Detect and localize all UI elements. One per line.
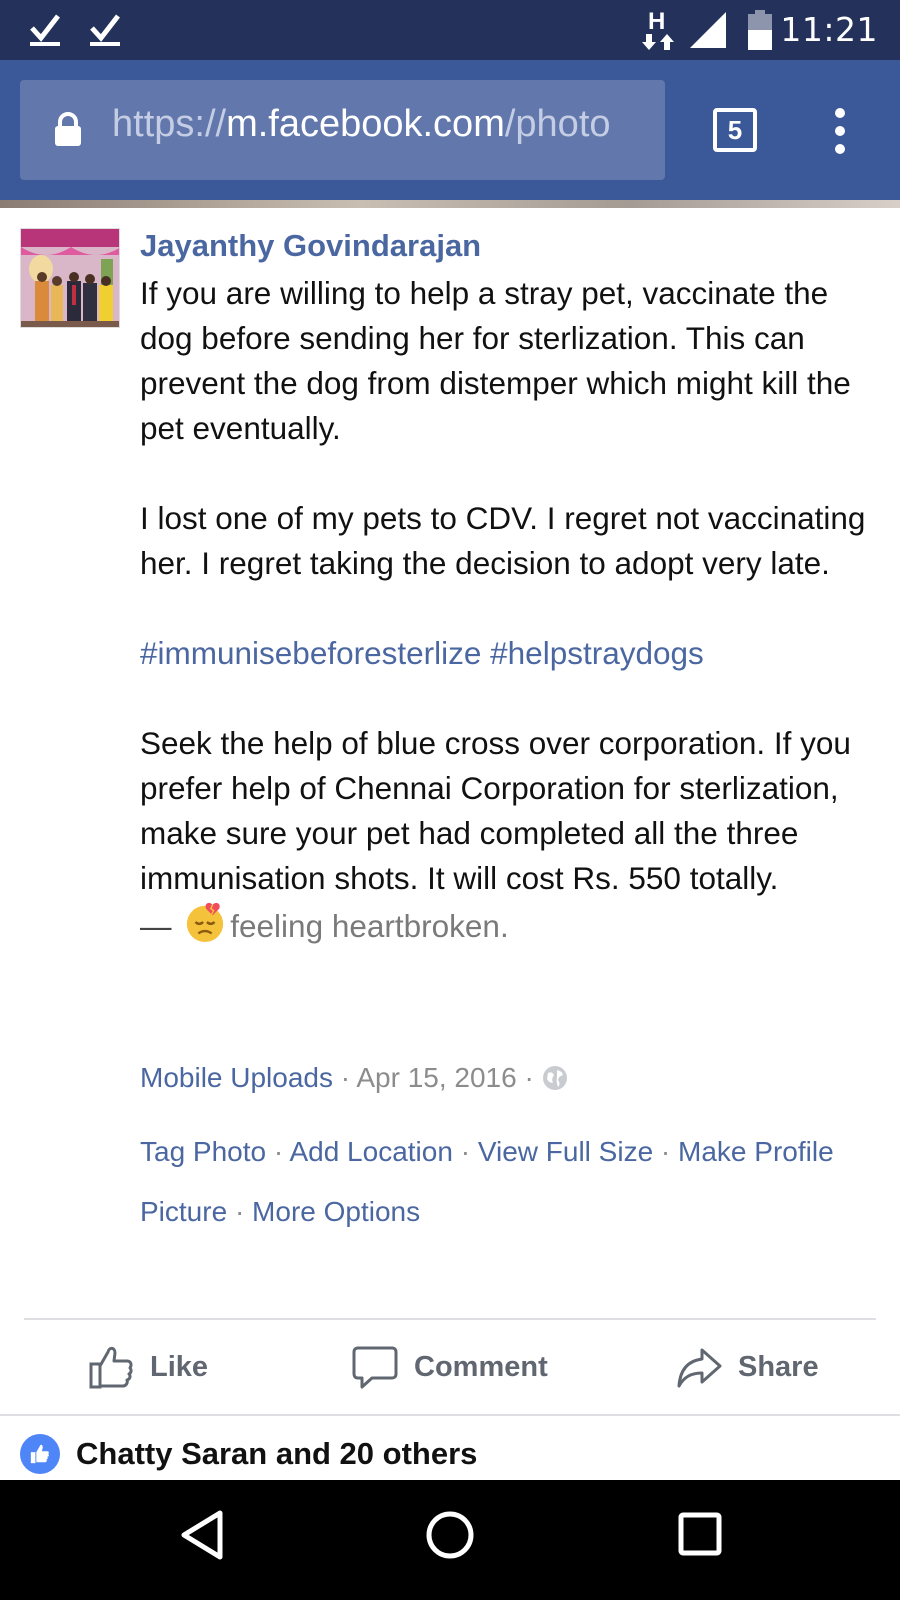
overflow-menu-icon[interactable] xyxy=(830,108,850,158)
feeling-dash: — xyxy=(140,908,172,944)
album-link[interactable]: Mobile Uploads xyxy=(140,1062,333,1093)
browser-toolbar: https://m.facebook.com/photo 5 xyxy=(0,60,900,202)
share-icon xyxy=(677,1348,722,1388)
photo-actions: Tag Photo · Add Location · View Full Siz… xyxy=(140,1136,834,1227)
globe-icon xyxy=(542,1066,567,1090)
comment-button[interactable]: Comment xyxy=(352,1320,548,1414)
post-paragraph: Seek the help of blue cross over corpora… xyxy=(140,725,851,896)
post-author[interactable]: Jayanthy Govindarajan xyxy=(140,228,481,264)
recents-icon[interactable] xyxy=(678,1512,722,1556)
view-full-size-link[interactable]: View Full Size xyxy=(478,1136,653,1167)
share-label: Share xyxy=(738,1350,819,1383)
avatar[interactable] xyxy=(20,228,120,328)
url-host: m.facebook.com xyxy=(226,103,505,145)
feeling-line: — feeling heartbroken. xyxy=(140,901,885,949)
hashtags[interactable]: #immunisebeforesterlize #helpstraydogs xyxy=(140,631,885,676)
add-location-link[interactable]: Add Location xyxy=(289,1136,452,1167)
comment-icon xyxy=(352,1346,398,1389)
like-badge-icon xyxy=(20,1434,60,1474)
home-icon[interactable] xyxy=(425,1510,475,1560)
network-h-icon: H xyxy=(640,8,676,52)
post-meta: Mobile Uploads · Apr 15, 2016 · xyxy=(140,1062,568,1094)
address-bar[interactable]: https://m.facebook.com/photo xyxy=(20,80,665,180)
battery-icon xyxy=(748,10,772,50)
like-button[interactable]: Like xyxy=(88,1320,208,1414)
feeling-text: feeling heartbroken. xyxy=(230,908,509,944)
lock-icon xyxy=(55,112,81,146)
post-date[interactable]: Apr 15, 2016 xyxy=(356,1062,516,1093)
reaction-summary[interactable]: Chatty Saran and 20 others xyxy=(20,1434,477,1474)
divider xyxy=(0,1414,900,1416)
tag-photo-link[interactable]: Tag Photo xyxy=(140,1136,266,1167)
heartbroken-emoji-icon xyxy=(187,902,224,943)
reaction-summary-text: Chatty Saran and 20 others xyxy=(76,1436,478,1471)
signal-icon xyxy=(690,12,726,48)
tab-switcher-button[interactable]: 5 xyxy=(713,108,757,152)
action-bar: Like Comment Share xyxy=(0,1320,900,1414)
check-icon xyxy=(90,14,120,46)
back-icon[interactable] xyxy=(180,1510,224,1560)
check-icon xyxy=(30,14,60,46)
comment-label: Comment xyxy=(414,1350,548,1383)
thumbs-up-icon xyxy=(89,1346,133,1389)
url-scheme: https:// xyxy=(112,103,227,145)
post-body: If you are willing to help a stray pet, … xyxy=(140,271,885,949)
url-text: https://m.facebook.com/photo xyxy=(112,103,611,146)
url-path: /photo xyxy=(504,103,611,145)
clock: 11:21 xyxy=(780,10,878,49)
more-options-link[interactable]: More Options xyxy=(252,1196,420,1227)
like-label: Like xyxy=(150,1350,209,1383)
share-button[interactable]: Share xyxy=(676,1320,819,1414)
post-paragraph: If you are willing to help a stray pet, … xyxy=(140,275,851,446)
photo-edge xyxy=(0,200,900,208)
system-nav-bar xyxy=(0,1480,900,1600)
post-paragraph: I lost one of my pets to CDV. I regret n… xyxy=(140,500,866,581)
status-bar: H 11:21 xyxy=(0,0,900,60)
